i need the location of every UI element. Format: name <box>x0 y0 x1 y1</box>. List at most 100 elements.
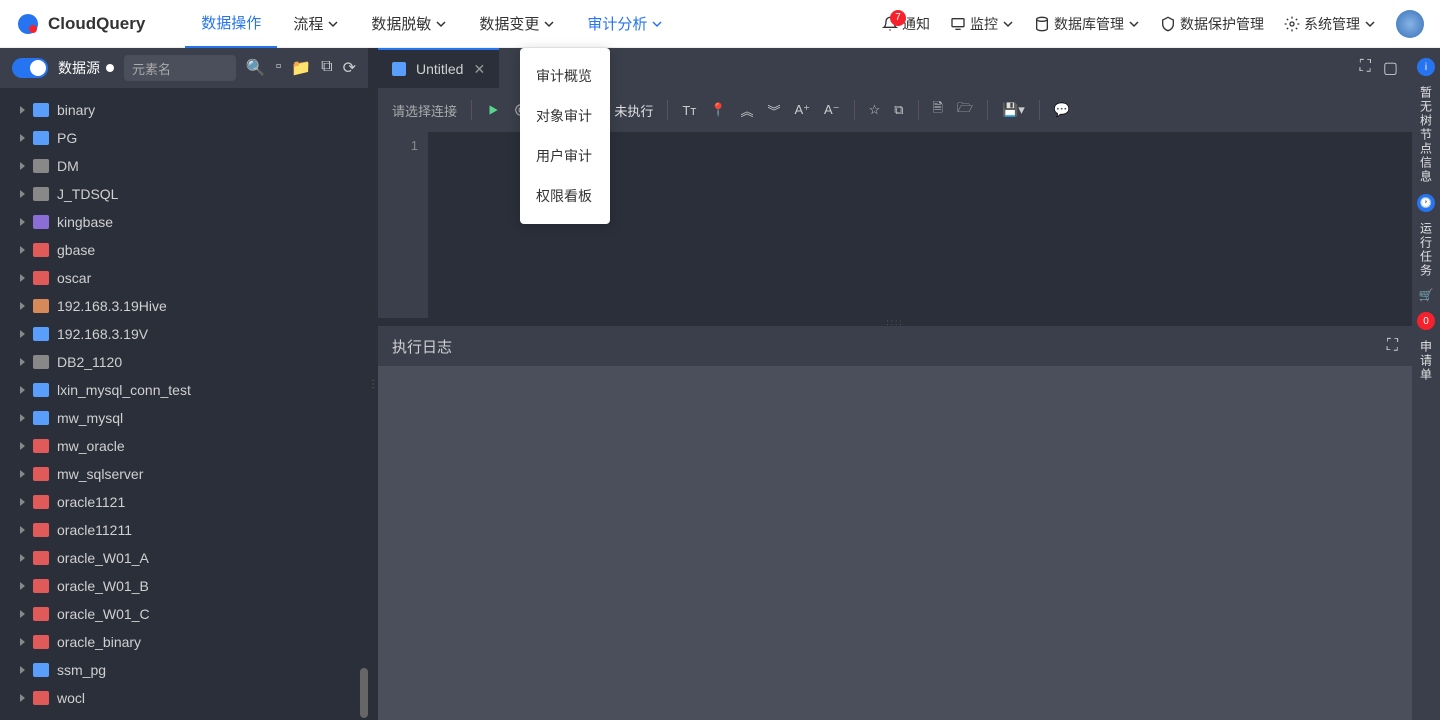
tree-item[interactable]: ssm_pg <box>0 656 368 684</box>
main-nav: 数据操作流程数据脱敏数据变更审计分析 <box>185 0 679 48</box>
caret-right-icon <box>20 638 25 646</box>
tree-label: J_TDSQL <box>57 186 118 202</box>
tree-item[interactable]: oracle11211 <box>0 516 368 544</box>
fullscreen-icon[interactable]: ⛶ <box>1387 337 1398 355</box>
tree-item[interactable]: gbase <box>0 236 368 264</box>
chevron-down-icon <box>327 18 339 30</box>
close-icon[interactable]: ✕ <box>473 61 485 78</box>
copy-icon[interactable]: ⧉ <box>321 58 332 78</box>
brand-logo: CloudQuery <box>16 12 145 36</box>
caret-right-icon <box>20 526 25 534</box>
right-rail: i 暂无树节点信息 🕐 运行任务 🛒 0 申请单 <box>1412 48 1440 720</box>
db-icon <box>33 215 49 229</box>
text-format-icon[interactable]: Tᴛ <box>682 103 696 118</box>
cart-icon[interactable]: 🛒 <box>1419 288 1434 302</box>
nav-item[interactable]: 数据脱敏 <box>355 0 463 48</box>
chat-icon[interactable]: 💬 <box>1054 102 1070 118</box>
caret-right-icon <box>20 442 25 450</box>
tree-label: lxin_mysql_conn_test <box>57 382 191 398</box>
db-icon <box>33 411 49 425</box>
caret-right-icon <box>20 106 25 114</box>
db-mgmt-button[interactable]: 数据库管理 <box>1034 14 1140 34</box>
run-icon[interactable] <box>486 103 500 117</box>
brand-name: CloudQuery <box>48 14 145 34</box>
save-icon[interactable]: 💾▾ <box>1002 102 1025 118</box>
tree-item[interactable]: DM <box>0 152 368 180</box>
tree-item[interactable]: mw_oracle <box>0 432 368 460</box>
tree-item[interactable]: 192.168.3.19V <box>0 320 368 348</box>
tab-untitled[interactable]: Untitled ✕ <box>378 48 499 88</box>
snippet-icon[interactable]: ⧉ <box>894 102 903 118</box>
export-icon[interactable]: 🗎 <box>933 99 943 121</box>
tree-label: gbase <box>57 242 95 258</box>
tree-label: DB2_1120 <box>57 354 122 370</box>
filter-icon[interactable]: ▫ <box>276 58 282 78</box>
caret-right-icon <box>20 134 25 142</box>
folder-icon[interactable]: 📁 <box>291 58 311 78</box>
cart-badge: 0 <box>1417 312 1435 330</box>
db-icon <box>33 467 49 481</box>
notify-button[interactable]: 7 通知 <box>882 14 930 34</box>
datasource-toggle[interactable] <box>12 58 48 78</box>
collapse-up-icon[interactable]: ︽ <box>740 101 753 120</box>
dropdown-item[interactable]: 用户审计 <box>520 136 610 176</box>
tree-label: 192.168.3.19V <box>57 326 148 342</box>
tree-item[interactable]: oracle_W01_C <box>0 600 368 628</box>
tree-label: wocl <box>57 690 85 706</box>
tree-item[interactable]: PG <box>0 124 368 152</box>
sidebar-resize-handle[interactable]: ⋮ <box>368 48 378 720</box>
refresh-icon[interactable]: ⟳ <box>343 58 356 78</box>
log-title[interactable]: 执行日志 <box>392 336 452 357</box>
dropdown-item[interactable]: 审计概览 <box>520 56 610 96</box>
tree-item[interactable]: lxin_mysql_conn_test <box>0 376 368 404</box>
avatar[interactable] <box>1396 10 1424 38</box>
rail-tasks-text: 运行任务 <box>1418 222 1435 278</box>
dropdown-item[interactable]: 对象审计 <box>520 96 610 136</box>
tree-item[interactable]: oracle1121 <box>0 488 368 516</box>
search-input[interactable]: 元素名 <box>124 55 236 81</box>
db-icon <box>33 355 49 369</box>
log-output <box>378 366 1412 720</box>
tree-item[interactable]: kingbase <box>0 208 368 236</box>
star-icon[interactable]: ☆ <box>869 102 881 118</box>
monitor-button[interactable]: 监控 <box>950 14 1014 34</box>
tree-item[interactable]: oracle_W01_B <box>0 572 368 600</box>
tree-item[interactable]: wocl <box>0 684 368 712</box>
tree-item[interactable]: oscar <box>0 264 368 292</box>
dropdown-item[interactable]: 权限看板 <box>520 176 610 216</box>
clock-icon[interactable]: 🕐 <box>1417 194 1435 212</box>
font-increase-icon[interactable]: A⁺ <box>795 102 811 118</box>
layout-icon[interactable]: ▢ <box>1383 58 1398 78</box>
vertical-resize-handle[interactable]: :::: <box>378 318 1412 326</box>
data-protect-button[interactable]: 数据保护管理 <box>1160 14 1264 34</box>
pin-icon[interactable]: 📍 <box>710 102 726 118</box>
nav-item[interactable]: 数据变更 <box>463 0 571 48</box>
font-decrease-icon[interactable]: A⁻ <box>824 102 840 118</box>
tree-item[interactable]: 192.168.3.19Hive <box>0 292 368 320</box>
tree-item[interactable]: oracle_binary <box>0 628 368 656</box>
connection-select[interactable]: 请选择连接 <box>392 101 457 120</box>
tree-item[interactable]: oracle_W01_A <box>0 544 368 572</box>
sidebar-toolbar: 数据源 元素名 🔍 ▫ 📁 ⧉ ⟳ <box>0 48 368 88</box>
folder-open-icon[interactable]: 🗁 <box>957 99 973 121</box>
tree-item[interactable]: mw_sqlserver <box>0 460 368 488</box>
gear-icon <box>1284 16 1300 32</box>
db-icon <box>33 439 49 453</box>
info-icon[interactable]: i <box>1417 58 1435 76</box>
fullscreen-icon[interactable]: ⛶ <box>1360 58 1371 78</box>
nav-item[interactable]: 数据操作 <box>185 0 277 48</box>
sys-mgmt-button[interactable]: 系统管理 <box>1284 14 1376 34</box>
nav-item[interactable]: 流程 <box>277 0 355 48</box>
nav-item[interactable]: 审计分析 <box>571 0 679 48</box>
tree-item[interactable]: mw_mysql <box>0 404 368 432</box>
tree-item[interactable]: DB2_1120 <box>0 348 368 376</box>
scrollbar-thumb[interactable] <box>360 668 368 718</box>
collapse-down-icon[interactable]: ︾ <box>767 101 780 120</box>
rail-info-text: 暂无树节点信息 <box>1418 86 1435 184</box>
search-icon[interactable]: 🔍 <box>246 58 266 78</box>
tree-item[interactable]: J_TDSQL <box>0 180 368 208</box>
audit-dropdown: 审计概览对象审计用户审计权限看板 <box>520 48 610 224</box>
tree-item[interactable]: binary <box>0 96 368 124</box>
header-right: 7 通知 监控 数据库管理 数据保护管理 系统管理 <box>882 10 1424 38</box>
top-header: CloudQuery 数据操作流程数据脱敏数据变更审计分析 7 通知 监控 数据… <box>0 0 1440 48</box>
